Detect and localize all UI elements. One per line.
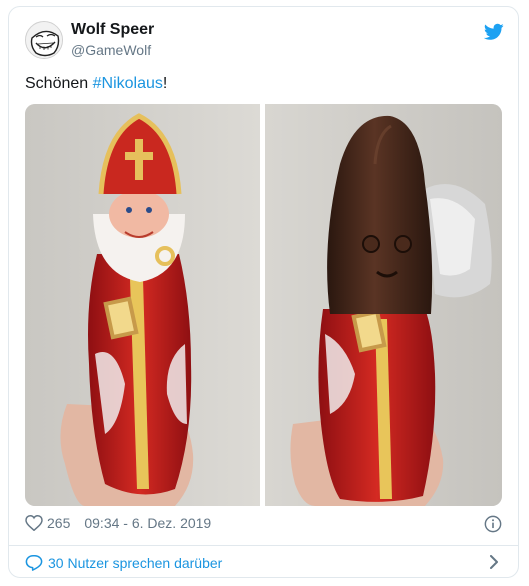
tweet-text-prefix: Schönen bbox=[25, 75, 93, 92]
tweet-photo[interactable] bbox=[25, 104, 502, 506]
tweet-timestamp[interactable]: 09:34 - 6. Dez. 2019 bbox=[84, 515, 211, 531]
chocolate-santa-photo bbox=[25, 104, 502, 506]
chevron-right-icon[interactable] bbox=[488, 555, 500, 569]
tweet-meta: 265 09:34 - 6. Dez. 2019 bbox=[25, 515, 211, 531]
avatar[interactable] bbox=[25, 21, 63, 59]
divider bbox=[9, 545, 518, 546]
tweet-card: Wolf Speer @GameWolf Schönen #Nikolaus! bbox=[8, 6, 519, 578]
author-name[interactable]: Wolf Speer bbox=[71, 21, 154, 39]
speech-bubble-icon bbox=[25, 555, 43, 571]
tweet-text: Schönen #Nikolaus! bbox=[25, 75, 167, 93]
twitter-bird-icon[interactable] bbox=[484, 23, 504, 41]
author-handle[interactable]: @GameWolf bbox=[71, 42, 151, 58]
like-count: 265 bbox=[47, 515, 71, 531]
heart-icon bbox=[25, 515, 43, 531]
info-icon[interactable] bbox=[484, 515, 502, 533]
tweet-text-suffix: ! bbox=[162, 75, 168, 92]
like-button[interactable]: 265 bbox=[25, 515, 70, 531]
hashtag-link[interactable]: #Nikolaus bbox=[93, 75, 163, 92]
trollface-avatar-icon bbox=[26, 22, 62, 58]
conversation-label: 30 Nutzer sprechen darüber bbox=[48, 554, 223, 571]
conversation-link[interactable]: 30 Nutzer sprechen darüber bbox=[25, 554, 222, 571]
